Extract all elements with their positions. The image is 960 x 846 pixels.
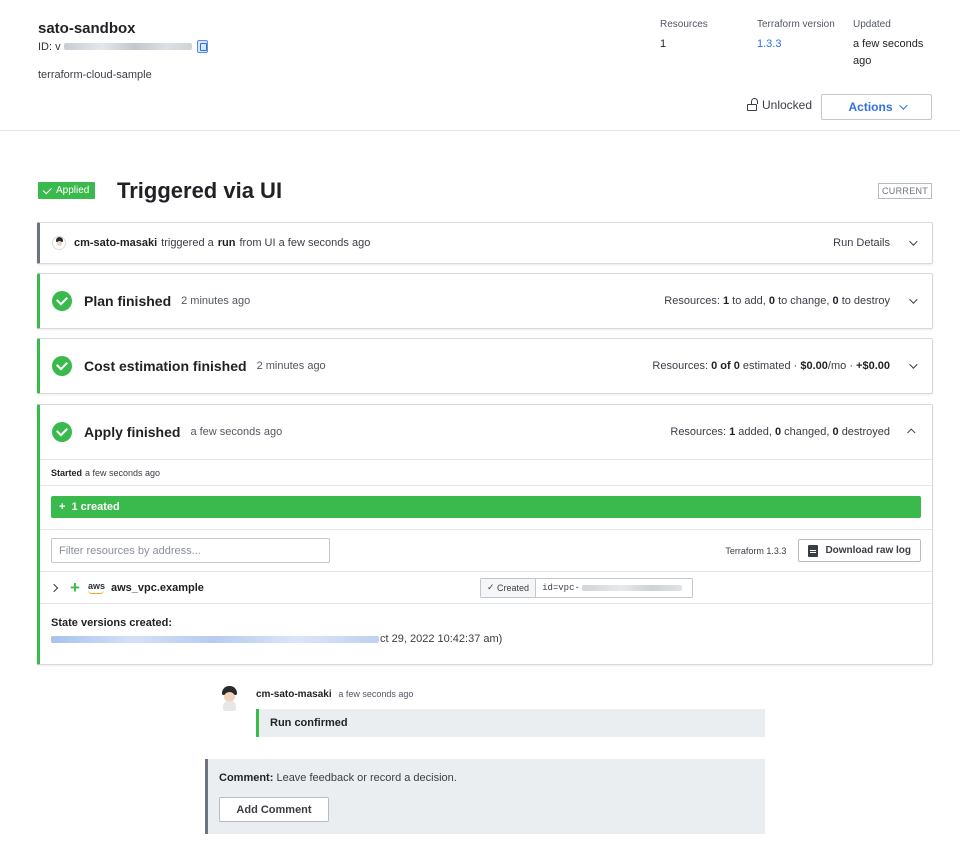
plan-card: Plan finished 2 minutes ago Resources: 1…: [37, 273, 933, 329]
comment-box: Comment: Leave feedback or record a deci…: [205, 759, 765, 834]
comment-hint: Comment: Leave feedback or record a deci…: [219, 772, 765, 784]
run-title: Triggered via UI: [117, 178, 283, 203]
apply-time: a few seconds ago: [190, 426, 283, 438]
filter-row: Terraform 1.3.3 Download raw log: [40, 530, 932, 572]
comment-hint-text: Leave feedback or record a decision.: [276, 772, 457, 784]
organization-name: terraform-cloud-sample: [38, 69, 152, 81]
state-version-link[interactable]: [51, 635, 379, 643]
check-circle-icon: [52, 422, 72, 442]
resources-label: Resources: [660, 19, 708, 30]
unlock-icon: [747, 97, 758, 111]
terraform-version-link[interactable]: 1.3.3: [757, 36, 835, 53]
state-versions-title: State versions created:: [51, 617, 173, 629]
resource-id: id=vpc-: [536, 583, 688, 593]
plan-time: 2 minutes ago: [181, 295, 251, 307]
trigger-row[interactable]: cm-sato-masaki triggered a run from UI a…: [40, 223, 932, 263]
current-tag: CURRENT: [878, 183, 933, 199]
lock-status[interactable]: Unlocked: [747, 97, 813, 112]
terraform-version-text: Terraform 1.3.3: [725, 545, 787, 556]
comment-author: cm-sato-masaki a few seconds ago: [256, 689, 413, 700]
cost-time: 2 minutes ago: [256, 360, 326, 372]
created-filter-bar[interactable]: + 1 created: [51, 496, 921, 518]
trigger-text-before: triggered a: [161, 237, 214, 249]
plus-icon: +: [70, 578, 80, 597]
terraform-version-meta: Terraform version 1.3.3: [757, 19, 835, 53]
state-version-line: ct 29, 2022 10:42:37 am): [51, 633, 921, 645]
download-raw-log-button[interactable]: Download raw log: [798, 539, 921, 562]
terraform-version-label: Terraform version: [757, 19, 835, 30]
resource-name: aws_vpc.example: [110, 581, 204, 594]
created-status: ✓ Created: [481, 578, 537, 597]
plus-icon: +: [59, 501, 66, 513]
chevron-right-icon[interactable]: [49, 583, 59, 592]
plan-summary: Resources: 1 to add, 0 to change, 0 to d…: [664, 295, 890, 307]
lock-status-label: Unlocked: [762, 98, 813, 112]
trigger-card: cm-sato-masaki triggered a run from UI a…: [37, 222, 933, 264]
chevron-down-icon: [898, 101, 908, 110]
state-version-date: ct 29, 2022 10:42:37 am): [380, 633, 503, 645]
redacted-id: [63, 43, 192, 50]
created-bar-wrap: + 1 created: [40, 486, 932, 530]
aws-icon: aws: [87, 580, 105, 594]
document-icon: [808, 544, 819, 557]
trigger-text-after: from UI a few seconds ago: [239, 237, 371, 249]
state-versions: State versions created: ct 29, 2022 10:4…: [40, 604, 932, 657]
started-time: a few seconds ago: [85, 467, 161, 478]
chevron-down-icon[interactable]: [906, 295, 918, 304]
check-icon: [42, 185, 52, 195]
started-label: Started: [51, 467, 83, 478]
avatar: [218, 686, 242, 712]
plan-title: Plan finished: [84, 293, 172, 309]
cost-card: Cost estimation finished 2 minutes ago R…: [37, 338, 933, 394]
workspace-id: ID: v: [38, 40, 208, 53]
trigger-run-word: run: [217, 237, 236, 249]
actions-label: Actions: [848, 100, 893, 114]
workspace-id-label: ID: v: [38, 40, 61, 53]
trigger-user[interactable]: cm-sato-masaki: [74, 237, 157, 249]
comment-author-name[interactable]: cm-sato-masaki: [256, 689, 332, 700]
resource-row[interactable]: + aws aws_vpc.example ✓ Created id=vpc-: [40, 572, 932, 604]
apply-body: Started a few seconds ago + 1 created Te…: [40, 459, 932, 657]
created-count: 1 created: [71, 501, 120, 513]
updated-meta: Updated a few seconds ago: [853, 19, 943, 70]
copy-icon[interactable]: [196, 40, 208, 53]
started-row: Started a few seconds ago: [40, 460, 932, 486]
apply-card: Apply finished a few seconds ago Resourc…: [37, 404, 933, 665]
resources-meta: Resources 1: [660, 19, 708, 53]
filter-resources-input[interactable]: [51, 538, 330, 563]
apply-summary: Resources: 1 added, 0 changed, 0 destroy…: [670, 426, 890, 438]
chevron-down-icon[interactable]: [906, 360, 918, 369]
run-details-link[interactable]: Run Details: [833, 237, 890, 249]
plan-header[interactable]: Plan finished 2 minutes ago Resources: 1…: [40, 274, 932, 328]
workspace-name[interactable]: sato-sandbox: [38, 20, 136, 37]
status-badge: Applied: [38, 182, 96, 199]
comment-body: Run confirmed: [256, 709, 765, 737]
workspace-header: sato-sandbox ID: v terraform-cloud-sampl…: [0, 0, 960, 131]
updated-label: Updated: [853, 19, 891, 30]
updated-value: a few seconds ago: [853, 38, 924, 67]
comment-time: a few seconds ago: [338, 689, 414, 699]
apply-title: Apply finished: [84, 424, 181, 440]
add-comment-button[interactable]: Add Comment: [219, 797, 329, 822]
actions-button[interactable]: Actions: [821, 94, 932, 120]
check-circle-icon: [52, 356, 72, 376]
check-circle-icon: [52, 291, 72, 311]
status-badge-label: Applied: [56, 185, 90, 196]
cost-summary: Resources: 0 of 0 estimated · $0.00/mo ·…: [652, 360, 890, 372]
avatar: [52, 236, 66, 250]
cost-header[interactable]: Cost estimation finished 2 minutes ago R…: [40, 339, 932, 393]
chevron-up-icon[interactable]: [906, 428, 918, 437]
comment-label: Comment:: [219, 772, 274, 784]
download-label: Download raw log: [825, 545, 911, 556]
chevron-down-icon[interactable]: [906, 237, 918, 246]
resources-value: 1: [660, 38, 667, 50]
apply-header[interactable]: Apply finished a few seconds ago Resourc…: [40, 405, 932, 459]
cost-title: Cost estimation finished: [84, 358, 247, 374]
resource-status: ✓ Created id=vpc-: [480, 577, 693, 598]
